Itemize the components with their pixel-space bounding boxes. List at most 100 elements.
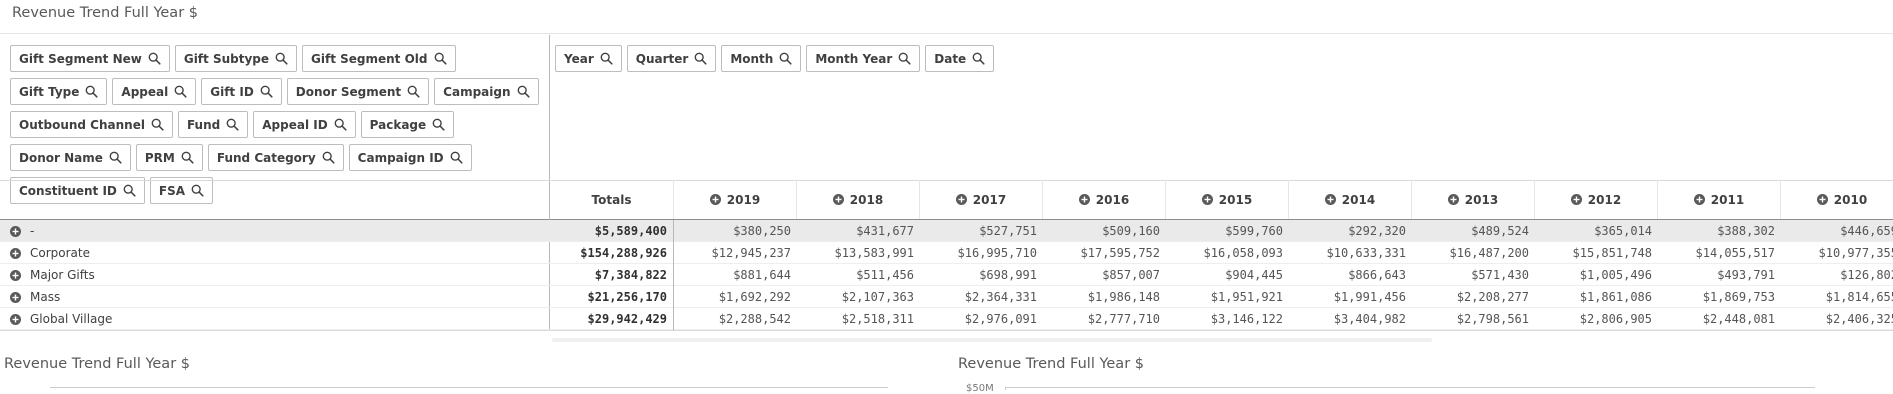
row-dimension-chip-appeal-id[interactable]: Appeal ID bbox=[253, 111, 356, 138]
expand-plus-icon[interactable] bbox=[1693, 194, 1705, 205]
value-cell: $1,986,148 bbox=[1087, 290, 1160, 304]
expand-plus-icon[interactable] bbox=[832, 194, 844, 205]
search-icon[interactable] bbox=[181, 151, 194, 164]
search-icon[interactable] bbox=[260, 85, 273, 98]
search-icon[interactable] bbox=[109, 151, 122, 164]
horizontal-scrollbar[interactable] bbox=[552, 338, 1432, 342]
search-icon[interactable] bbox=[600, 52, 613, 65]
search-icon[interactable] bbox=[322, 151, 335, 164]
row-dimension-chip-fund[interactable]: Fund bbox=[177, 111, 249, 138]
search-icon[interactable] bbox=[517, 85, 530, 98]
search-icon[interactable] bbox=[85, 85, 98, 98]
row-header-global-village[interactable]: Global Village bbox=[10, 308, 540, 330]
value-cell: $698,991 bbox=[979, 268, 1037, 282]
row-header-blank[interactable]: - bbox=[10, 220, 540, 242]
expand-plus-icon[interactable] bbox=[1078, 194, 1090, 205]
search-icon[interactable] bbox=[898, 52, 911, 65]
row-dimension-chip-gift-type[interactable]: Gift Type bbox=[10, 78, 108, 105]
search-icon[interactable] bbox=[226, 118, 239, 131]
search-icon[interactable] bbox=[275, 52, 288, 65]
search-icon[interactable] bbox=[174, 85, 187, 98]
search-icon[interactable] bbox=[434, 52, 447, 65]
expand-plus-icon[interactable] bbox=[709, 194, 721, 205]
column-dimension-chip-month-year[interactable]: Month Year bbox=[806, 45, 921, 72]
year-header-2011[interactable]: 2011 bbox=[1658, 180, 1781, 219]
value-cell: $2,208,277 bbox=[1456, 290, 1529, 304]
year-header-2013[interactable]: 2013 bbox=[1412, 180, 1535, 219]
value-cell: $599,760 bbox=[1225, 224, 1283, 238]
table-row: Mass $21,256,170 $1,692,292 $2,107,363 $2,36… bbox=[0, 286, 1893, 308]
search-icon[interactable] bbox=[151, 118, 164, 131]
chip-label: Gift Segment Old bbox=[311, 51, 428, 66]
value-cell: $511,456 bbox=[856, 268, 914, 282]
expand-plus-icon[interactable] bbox=[10, 225, 21, 237]
year-header-2019[interactable]: 2019 bbox=[674, 180, 797, 219]
expand-plus-icon[interactable] bbox=[1201, 194, 1213, 205]
row-dimension-chip-fsa[interactable]: FSA bbox=[149, 177, 214, 204]
year-header-2014[interactable]: 2014 bbox=[1289, 180, 1412, 219]
row-dimension-chip-campaign-id[interactable]: Campaign ID bbox=[348, 144, 472, 171]
expand-plus-icon[interactable] bbox=[1447, 194, 1459, 205]
row-header-corporate[interactable]: Corporate bbox=[10, 242, 540, 264]
row-dimension-chip-gift-id[interactable]: Gift ID bbox=[201, 78, 282, 105]
value-cell: $16,487,200 bbox=[1449, 246, 1529, 260]
expand-plus-icon[interactable] bbox=[10, 269, 21, 281]
value-cell: $2,798,561 bbox=[1456, 312, 1529, 326]
value-cell: $292,320 bbox=[1348, 224, 1406, 238]
chip-label: PRM bbox=[144, 150, 175, 165]
row-dimension-chip-prm[interactable]: PRM bbox=[135, 144, 203, 171]
expand-plus-icon[interactable] bbox=[1324, 194, 1336, 205]
chip-label: Month Year bbox=[815, 51, 893, 66]
column-dimension-chip-year[interactable]: Year bbox=[555, 45, 622, 72]
value-cell: $365,014 bbox=[1594, 224, 1652, 238]
search-icon[interactable] bbox=[972, 52, 985, 65]
expand-plus-icon[interactable] bbox=[1816, 194, 1828, 205]
year-header-2012[interactable]: 2012 bbox=[1535, 180, 1658, 219]
year-header-2015[interactable]: 2015 bbox=[1166, 180, 1289, 219]
row-dimension-chip-donor-segment[interactable]: Donor Segment bbox=[286, 78, 430, 105]
year-header-2016[interactable]: 2016 bbox=[1043, 180, 1166, 219]
row-dimension-chip-donor-name[interactable]: Donor Name bbox=[10, 144, 131, 171]
chip-label: Gift Subtype bbox=[183, 51, 270, 66]
search-icon[interactable] bbox=[191, 184, 204, 197]
row-dimension-chip-constituent-id[interactable]: Constituent ID bbox=[10, 177, 145, 204]
row-dimension-chip-package[interactable]: Package bbox=[360, 111, 455, 138]
row-dimension-chip-gift-segment-old[interactable]: Gift Segment Old bbox=[302, 45, 456, 72]
row-header-major-gifts[interactable]: Major Gifts bbox=[10, 264, 540, 286]
search-icon[interactable] bbox=[779, 52, 792, 65]
row-dimension-chip-gift-segment-new[interactable]: Gift Segment New bbox=[10, 45, 170, 72]
search-icon[interactable] bbox=[407, 85, 420, 98]
search-icon[interactable] bbox=[148, 52, 161, 65]
search-icon[interactable] bbox=[334, 118, 347, 131]
search-icon[interactable] bbox=[694, 52, 707, 65]
row-dimension-chip-outbound-channel[interactable]: Outbound Channel bbox=[10, 111, 173, 138]
row-cells: $154,288,926 $12,945,237 $13,583,991 $16,99… bbox=[550, 242, 1893, 264]
year-label: 2019 bbox=[726, 192, 761, 207]
row-dimension-chip-appeal[interactable]: Appeal bbox=[112, 78, 197, 105]
row-dimension-chip-campaign[interactable]: Campaign bbox=[434, 78, 539, 105]
expand-plus-icon[interactable] bbox=[10, 247, 21, 259]
chip-label: Gift Type bbox=[19, 84, 80, 99]
row-dimension-chip-fund-category[interactable]: Fund Category bbox=[207, 144, 344, 171]
chip-label: Date bbox=[934, 51, 967, 66]
expand-plus-icon[interactable] bbox=[10, 291, 21, 303]
expand-plus-icon[interactable] bbox=[955, 194, 967, 205]
column-dimension-chip-quarter[interactable]: Quarter bbox=[626, 45, 717, 72]
year-header-2017[interactable]: 2017 bbox=[920, 180, 1043, 219]
value-cell: $431,677 bbox=[856, 224, 914, 238]
search-icon[interactable] bbox=[432, 118, 445, 131]
search-icon[interactable] bbox=[123, 184, 136, 197]
search-icon[interactable] bbox=[450, 151, 463, 164]
value-cell: $1,692,292 bbox=[718, 290, 791, 304]
year-header-2018[interactable]: 2018 bbox=[797, 180, 920, 219]
row-header-mass[interactable]: Mass bbox=[10, 286, 540, 308]
row-cells: $21,256,170 $1,692,292 $2,107,363 $2,364,33… bbox=[550, 286, 1893, 308]
chip-label: Month bbox=[730, 51, 774, 66]
year-header-2010[interactable]: 2010 bbox=[1781, 180, 1893, 219]
bottom-right-chart-frame bbox=[1005, 387, 1815, 388]
column-dimension-chip-date[interactable]: Date bbox=[925, 45, 995, 72]
column-dimension-chip-month[interactable]: Month bbox=[721, 45, 802, 72]
expand-plus-icon[interactable] bbox=[1570, 194, 1582, 205]
expand-plus-icon[interactable] bbox=[10, 313, 21, 325]
row-dimension-chip-gift-subtype[interactable]: Gift Subtype bbox=[174, 45, 298, 72]
